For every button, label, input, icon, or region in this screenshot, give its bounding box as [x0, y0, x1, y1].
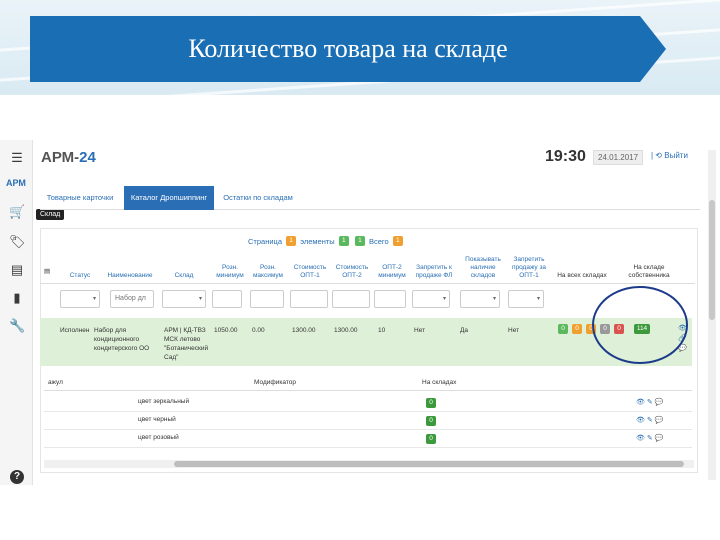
modifier-name: цвет зеркальный: [138, 398, 190, 405]
row-name[interactable]: Набор для кондиционного кондитерского ОО: [94, 326, 158, 353]
modifier-stock-badge: 0: [426, 416, 436, 426]
subcol-article: ажул: [48, 379, 63, 386]
wrench-icon[interactable]: 🔧: [9, 318, 25, 334]
clock: 19:30: [545, 148, 586, 165]
pagination: Страница 1 элементы 1 1 Всего 1: [248, 236, 405, 248]
modifier-name: цвет розовый: [138, 434, 179, 441]
subtable-header: ажул Модификатор На складах: [44, 377, 692, 391]
logo-prefix: АРМ-: [41, 149, 80, 166]
list-icon[interactable]: ▤: [9, 262, 25, 278]
tab-product-cards[interactable]: Товарные карточки: [40, 186, 120, 210]
tag-icon[interactable]: 🏷: [9, 234, 26, 250]
col-opt2-price[interactable]: Стоимость ОПТ-2: [332, 264, 372, 280]
modifier-action-icons[interactable]: 👁 ✎ 💬: [636, 398, 663, 406]
chevron-down-icon: ▾: [92, 296, 96, 302]
document-icon[interactable]: ▮: [9, 290, 25, 306]
header-checkbox-col: ▤: [44, 268, 51, 275]
col-name[interactable]: Наименование: [100, 272, 160, 280]
col-ban-opt1[interactable]: Запретить продажу за ОПТ-1: [508, 256, 550, 280]
subcol-modifier: Модификатор: [254, 379, 296, 386]
chevron-down-icon: ▾: [442, 296, 446, 302]
modifier-stock-badge: 0: [426, 398, 436, 408]
modifier-action-icons[interactable]: 👁 ✎ 💬: [636, 416, 663, 424]
row-ban-opt1: Нет: [508, 327, 520, 334]
col-all-warehouses[interactable]: На всех складах: [556, 272, 608, 280]
app-screenshot: ☰ АРМ 🛒 🏷 ▤ ▮ 🔧 ? Склад АРМ-24 19:30 24.…: [0, 140, 720, 485]
col-ban-fl[interactable]: Запретить к продаже ФЛ: [412, 264, 456, 280]
tab-dropshipping-catalog[interactable]: Каталог Дропшиппинг: [124, 186, 214, 210]
chevron-down-icon: ▾: [198, 296, 202, 302]
col-opt1-price[interactable]: Стоимость ОПТ-1: [290, 264, 330, 280]
table-header: ▤ Статус Наименование Склад Розн. миниму…: [40, 256, 695, 284]
col-opt2-min[interactable]: ОПТ-2 минимум: [374, 264, 410, 280]
row-retail-max: 0.00: [252, 327, 265, 334]
modifier-action-icons[interactable]: 👁 ✎ 💬: [636, 434, 663, 442]
subcol-stock: На складах: [422, 379, 457, 386]
col-show-stock[interactable]: Показывать наличие складов: [460, 256, 506, 280]
col-retail-max[interactable]: Розн. максимум: [250, 264, 286, 280]
app-logo[interactable]: АРМ-24: [41, 149, 96, 166]
retail-max-filter[interactable]: [250, 290, 284, 308]
list-item[interactable]: цвет розовый 0 👁 ✎ 💬: [44, 430, 692, 448]
row-warehouse: АРМ | КД-ТВЗ МСК летово "Ботанический Са…: [164, 327, 209, 361]
row-ban-fl: Нет: [414, 327, 426, 334]
col-owner-warehouse[interactable]: На складе собственника: [620, 264, 678, 280]
highlight-circle: [592, 286, 688, 364]
ban-opt1-filter[interactable]: ▾: [508, 290, 544, 308]
row-retail-min: 1050.00: [214, 327, 238, 334]
row-opt2-min: 10: [378, 327, 386, 334]
top-bar: АРМ-24 19:30 24.01.2017 | ⟲ Выйти: [33, 140, 720, 172]
pager-to: 1: [354, 236, 365, 247]
row-show-stock: Да: [460, 327, 469, 334]
date-display: 24.01.2017: [593, 150, 644, 165]
col-warehouse[interactable]: Склад: [164, 272, 204, 280]
horizontal-scroll-thumb[interactable]: [174, 461, 684, 467]
sidebar-label: АРМ: [6, 178, 26, 188]
pager-page[interactable]: 1: [286, 236, 297, 247]
sidebar: ☰ АРМ 🛒 🏷 ▤ ▮ 🔧 ?: [0, 140, 33, 485]
cart-icon[interactable]: 🛒: [9, 204, 25, 220]
menu-icon[interactable]: ☰: [9, 150, 25, 166]
modifier-stock-badge: 0: [426, 434, 436, 444]
list-item[interactable]: цвет зеркальный 0 👁 ✎ 💬: [44, 394, 692, 412]
list-item[interactable]: цвет черный 0 👁 ✎ 💬: [44, 412, 692, 430]
tab-bar: Товарные карточки Каталог Дропшиппинг Ос…: [40, 186, 700, 210]
pager-total: 1: [392, 236, 403, 247]
ban-fl-filter[interactable]: ▾: [412, 290, 450, 308]
slide-title: Количество товара на складе: [188, 34, 508, 63]
pager-total-label: Всего: [368, 236, 389, 246]
name-filter-input[interactable]: Набор дл: [110, 290, 154, 308]
stock-badge: 0: [572, 324, 582, 334]
logo-number: 24: [79, 149, 96, 166]
row-opt2: 1300.00: [334, 327, 358, 334]
pager-page-label: Страница: [248, 236, 282, 246]
col-status[interactable]: Статус: [66, 272, 94, 280]
help-icon[interactable]: ?: [10, 470, 24, 484]
pager-from: 1: [338, 236, 349, 247]
status-filter[interactable]: ▾: [60, 290, 100, 308]
modifier-name: цвет черный: [138, 416, 176, 423]
show-stock-filter[interactable]: ▾: [460, 290, 500, 308]
retail-min-filter[interactable]: [212, 290, 242, 308]
col-retail-min[interactable]: Розн. минимум: [212, 264, 248, 280]
opt1-filter[interactable]: [290, 290, 328, 308]
chevron-down-icon: ▾: [536, 296, 540, 302]
pager-items-label: элементы: [300, 236, 335, 246]
warehouse-filter[interactable]: ▾: [162, 290, 206, 308]
opt2-filter[interactable]: [332, 290, 370, 308]
sidebar-tooltip: Склад: [36, 209, 65, 220]
row-opt1: 1300.00: [292, 327, 316, 334]
tab-warehouse-stock[interactable]: Остатки по складам: [218, 186, 298, 210]
stock-badge: 0: [558, 324, 568, 334]
vertical-scroll-thumb[interactable]: [709, 200, 715, 320]
logout-link[interactable]: | ⟲ Выйти: [651, 151, 688, 160]
opt2-min-filter[interactable]: [374, 290, 406, 308]
horizontal-scrollbar[interactable]: [44, 460, 694, 468]
vertical-scrollbar[interactable]: [708, 150, 716, 480]
row-status: Исполнен: [60, 327, 90, 334]
chevron-down-icon: ▾: [492, 296, 496, 302]
